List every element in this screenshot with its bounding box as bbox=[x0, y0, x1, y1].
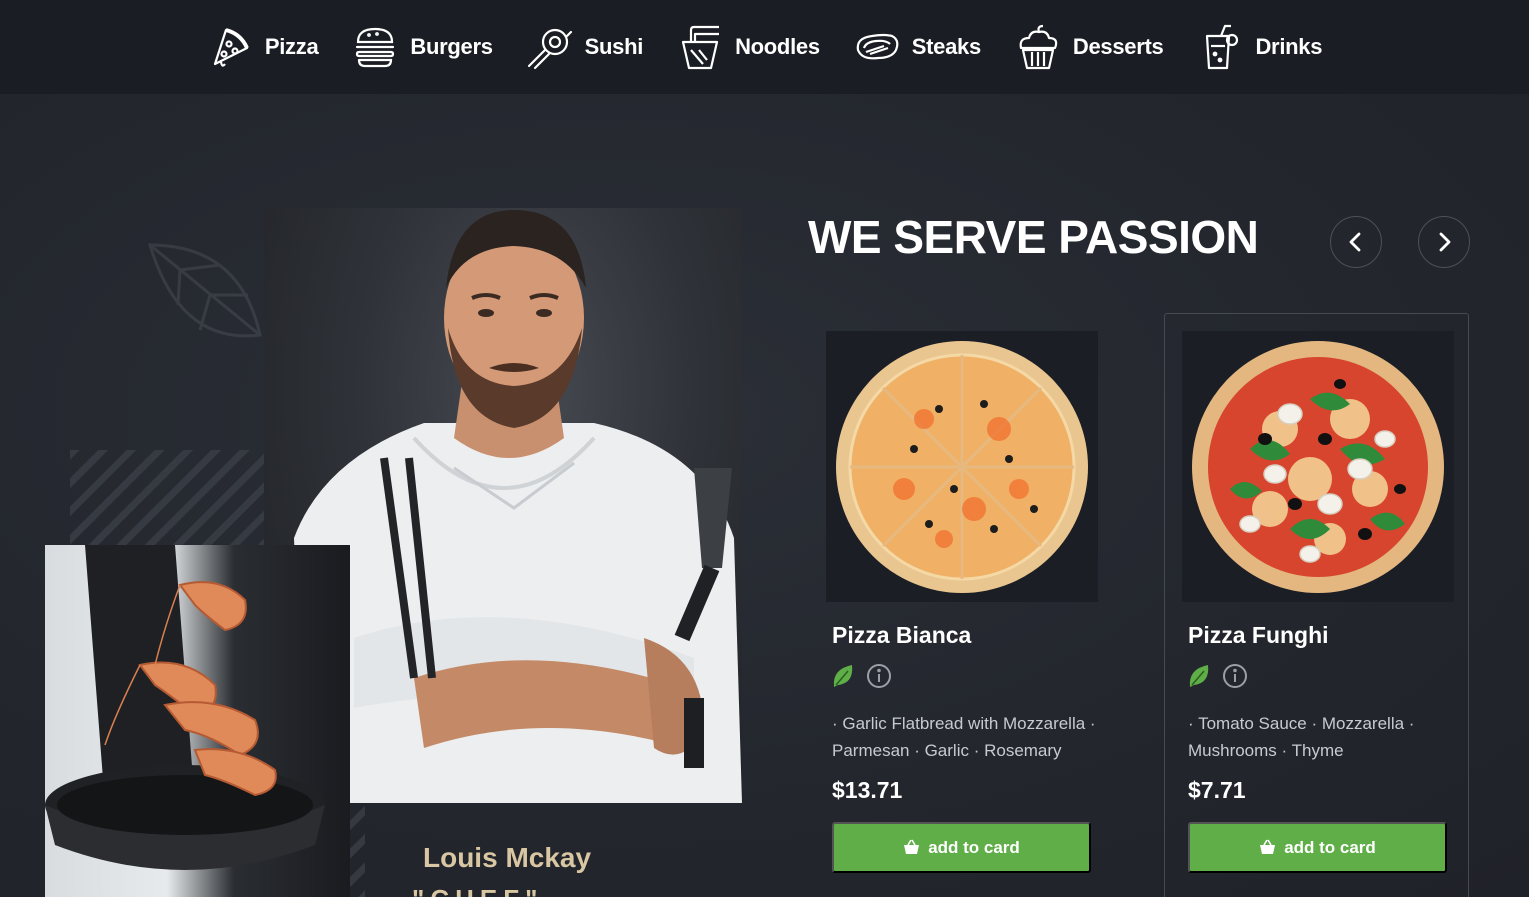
product-price: $7.71 bbox=[1188, 777, 1246, 803]
nav-label-desserts: Desserts bbox=[1072, 34, 1164, 59]
product-title[interactable]: Pizza Bianca bbox=[832, 622, 971, 649]
top-navigation: Pizza Burgers Sushi Noodles Steaks Desse… bbox=[0, 0, 1529, 94]
cupcake-icon bbox=[1019, 24, 1058, 70]
product-card[interactable]: Pizza Bianca · Garlic Flatbread with Moz… bbox=[808, 313, 1113, 897]
nav-label-steaks: Steaks bbox=[911, 34, 981, 59]
chef-role: "CHEF" bbox=[412, 884, 543, 897]
nav-label-pizza: Pizza bbox=[264, 34, 319, 59]
chevron-right-icon bbox=[1439, 232, 1451, 252]
nav-label-drinks: Drinks bbox=[1255, 34, 1323, 59]
add-to-cart-label: add to card bbox=[928, 837, 1020, 857]
chevron-left-icon bbox=[1349, 232, 1361, 252]
nav-item-burgers[interactable]: Burgers bbox=[352, 24, 493, 70]
nav-label-sushi: Sushi bbox=[584, 34, 644, 59]
nav-label-noodles: Noodles bbox=[735, 34, 820, 59]
vegetarian-leaf-icon bbox=[832, 663, 854, 689]
drink-icon bbox=[1206, 24, 1239, 70]
basket-icon bbox=[1260, 839, 1276, 854]
add-to-cart-button[interactable]: add to card bbox=[832, 822, 1091, 873]
nav-item-desserts[interactable]: Desserts bbox=[1015, 24, 1164, 70]
steak-icon bbox=[856, 33, 899, 60]
vegetarian-leaf-icon bbox=[1188, 663, 1210, 689]
nav-item-drinks[interactable]: Drinks bbox=[1197, 24, 1322, 70]
product-badges bbox=[832, 663, 904, 689]
leaf-decoration-icon bbox=[147, 243, 262, 338]
nav-item-sushi[interactable]: Sushi bbox=[527, 24, 643, 70]
next-button[interactable] bbox=[1418, 216, 1470, 268]
shrimp-pan-photo bbox=[45, 545, 350, 897]
sushi-icon bbox=[527, 28, 572, 70]
previous-button[interactable] bbox=[1330, 216, 1382, 268]
product-description: · Garlic Flatbread with Mozzarella · Par… bbox=[832, 714, 1096, 760]
add-to-cart-label: add to card bbox=[1284, 837, 1376, 857]
burger-icon bbox=[356, 27, 395, 68]
nav-label-burgers: Burgers bbox=[410, 34, 493, 59]
product-title[interactable]: Pizza Funghi bbox=[1188, 622, 1329, 649]
nav-item-noodles[interactable]: Noodles bbox=[677, 24, 820, 70]
noodles-icon bbox=[681, 25, 720, 70]
nav-item-steaks[interactable]: Steaks bbox=[854, 24, 981, 70]
nav-item-pizza[interactable]: Pizza bbox=[207, 24, 319, 70]
product-image[interactable] bbox=[826, 331, 1098, 602]
basket-icon bbox=[904, 839, 920, 854]
info-icon[interactable] bbox=[1222, 663, 1248, 689]
section-title: WE SERVE PASSION bbox=[808, 211, 1259, 263]
info-icon[interactable] bbox=[866, 663, 892, 689]
add-to-cart-button[interactable]: add to card bbox=[1188, 822, 1447, 873]
product-badges bbox=[1188, 663, 1260, 689]
product-price: $13.71 bbox=[832, 777, 903, 803]
chef-name: Louis Mckay bbox=[423, 842, 592, 873]
product-card[interactable]: Pizza Funghi · Tomato Sauce · Mozzarella… bbox=[1164, 313, 1469, 897]
pizza-icon bbox=[213, 28, 249, 67]
product-description: · Tomato Sauce · Mozzarella · Mushrooms … bbox=[1188, 714, 1415, 760]
product-image[interactable] bbox=[1182, 331, 1454, 602]
